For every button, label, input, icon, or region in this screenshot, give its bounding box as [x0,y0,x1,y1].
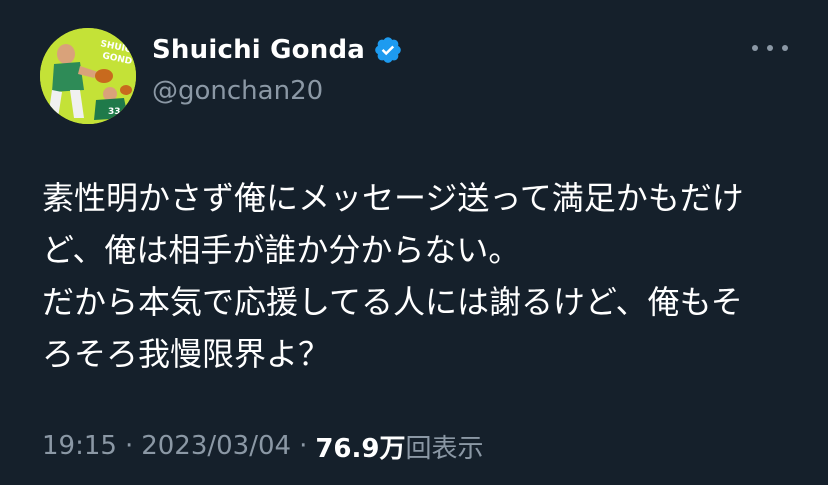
tweet-meta: 19:15 · 2023/03/04 · 76.9万 回表示 [42,428,484,464]
user-header: Shuichi Gonda @gonchan20 [152,32,403,106]
verified-badge-icon [373,35,403,65]
more-dot [752,45,758,51]
tweet-text: 素性明かさず俺にメッセージ送って満足かもだけ ど、俺は相手が誰か分からない。 だ… [42,172,822,380]
svg-text:33: 33 [108,107,121,117]
tweet-text-line: ろそろ我慢限界よ？ [42,335,331,373]
tweet-text-line: だから本気で応援してる人には謝るけど、俺もそ [42,283,743,321]
more-dot [782,45,788,51]
tweet-time[interactable]: 19:15 [42,431,117,461]
more-dot [767,45,773,51]
separator: · [124,431,134,461]
display-name[interactable]: Shuichi Gonda [152,35,365,65]
tweet-text-line: 素性明かさず俺にメッセージ送って満足かもだけ [42,179,744,217]
more-options-icon[interactable] [752,38,788,58]
tweet-text-line: ど、俺は相手が誰か分からない。 [42,231,521,269]
tweet-date[interactable]: 2023/03/04 [141,431,291,461]
views-count[interactable]: 76.9万 [315,428,405,465]
display-name-row: Shuichi Gonda [152,32,403,68]
views-label: 回表示 [405,433,484,464]
avatar[interactable]: SHUICHI GOND 33 [40,28,136,124]
user-handle[interactable]: @gonchan20 [152,76,403,106]
tweet-card: SHUICHI GOND 33 Shuichi Gonda @gonchan20 [0,0,828,485]
separator: · [299,431,308,461]
avatar-illustration: SHUICHI GOND 33 [40,28,136,124]
